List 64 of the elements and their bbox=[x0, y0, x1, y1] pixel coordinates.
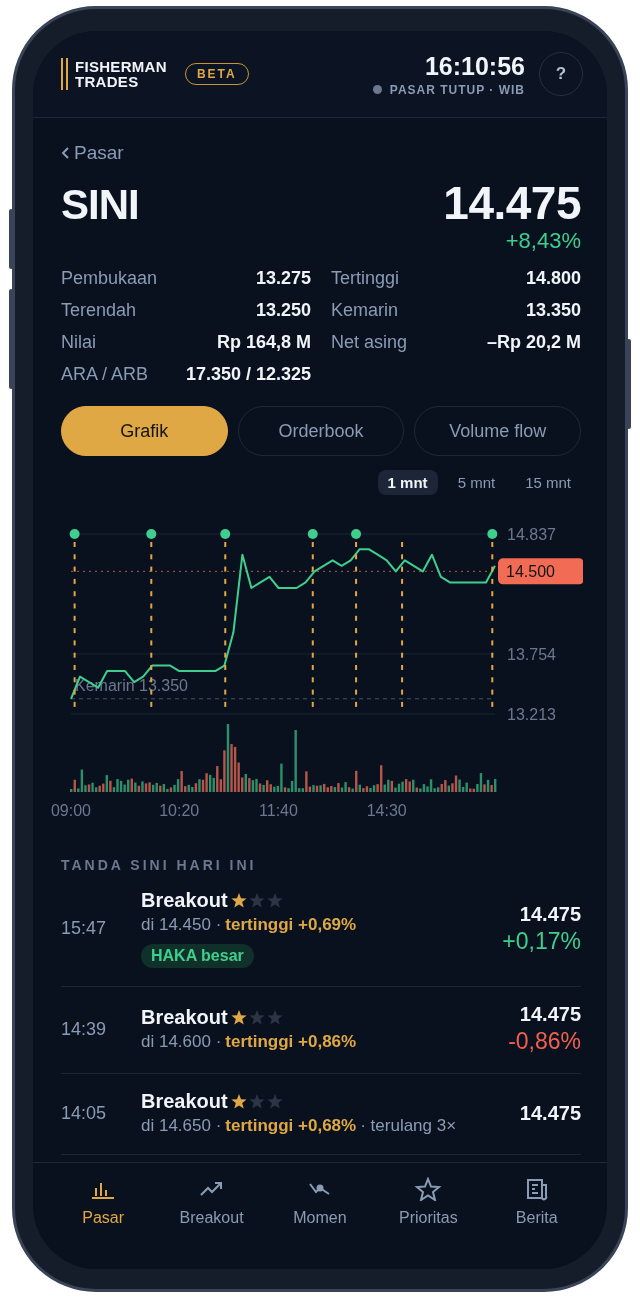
nav-tab[interactable]: Prioritas bbox=[383, 1177, 474, 1227]
price-change: +8,43% bbox=[504, 228, 581, 254]
signal-title: Breakout bbox=[141, 889, 228, 912]
signal-level: di 14.450 · bbox=[141, 915, 222, 935]
stat-label: Terendah bbox=[61, 299, 137, 321]
signal-time: 15:47 bbox=[61, 918, 108, 939]
section-title: TANDA SINI HARI INI bbox=[61, 857, 258, 873]
signal-note: · terulang 3× bbox=[360, 1116, 457, 1136]
stat-label: Kemarin bbox=[331, 299, 399, 321]
signal-level: di 14.600 · bbox=[141, 1032, 222, 1052]
stat-value: Rp 164,8 M bbox=[216, 331, 311, 353]
stat-label: ARA / ARB bbox=[61, 363, 149, 385]
last-price-tag: 14.500 bbox=[498, 558, 583, 585]
stock-symbol: SINI bbox=[61, 181, 139, 229]
market-status: PASAR TUTUP · WIB bbox=[389, 82, 525, 97]
interval-tab[interactable]: 1 mnt bbox=[377, 470, 438, 495]
signal-price: 14.475 bbox=[519, 1003, 581, 1026]
signal-change: +0,17% bbox=[502, 927, 581, 955]
chevron-left-icon bbox=[61, 146, 70, 160]
nav-tab[interactable]: Momen bbox=[274, 1177, 365, 1227]
logo-text: FISHERMAN TRADES bbox=[75, 59, 167, 89]
stat-value: 17.350 / 12.325 bbox=[185, 363, 311, 385]
logo-mark-icon bbox=[61, 58, 69, 90]
signal-change: -0,86% bbox=[508, 1028, 581, 1055]
axis-label: 14.837 bbox=[507, 526, 556, 543]
signal-peak: tertinggi +0,86% bbox=[225, 1032, 357, 1052]
stat-value: 13.275 bbox=[255, 267, 311, 289]
view-tab[interactable]: Volume flow bbox=[414, 406, 581, 456]
status-dot-icon bbox=[372, 85, 382, 94]
stat-value: 13.250 bbox=[255, 299, 311, 321]
stat-value: –Rp 20,2 M bbox=[486, 331, 581, 353]
interval-tab[interactable]: 15 mnt bbox=[515, 470, 581, 495]
stat-label: Net asing bbox=[331, 331, 408, 353]
ref-line-label: 14.500 bbox=[506, 563, 556, 581]
signal-title: Breakout bbox=[141, 1006, 228, 1029]
interval-tab[interactable]: 5 mnt bbox=[447, 470, 506, 495]
axis-label: 14:30 bbox=[366, 802, 407, 819]
stock-price: 14.475 bbox=[443, 176, 581, 230]
stat-label: Nilai bbox=[61, 331, 96, 353]
nav-tab[interactable]: Pasar bbox=[58, 1177, 149, 1227]
axis-label: 13.213 bbox=[507, 706, 556, 723]
stat-value: 14.800 bbox=[525, 267, 581, 289]
signal-level: di 14.650 · bbox=[141, 1116, 222, 1136]
axis-label: 11:40 bbox=[259, 802, 298, 819]
axis-label: 10:20 bbox=[159, 802, 200, 819]
signal-price: 14.475 bbox=[519, 902, 581, 926]
signal-time: 14:39 bbox=[61, 1018, 108, 1040]
signal-time: 14:05 bbox=[61, 1102, 108, 1124]
signal-tag: HAKA besar bbox=[141, 944, 254, 968]
stat-value: 13.350 bbox=[525, 299, 581, 321]
signal-title: Breakout bbox=[141, 1090, 228, 1113]
clock: 16:10:56 bbox=[424, 51, 525, 81]
nav-tab[interactable]: Breakout bbox=[166, 1177, 257, 1227]
view-tab[interactable]: Grafik bbox=[61, 406, 228, 456]
star-icon bbox=[414, 1177, 443, 1201]
signal-peak: tertinggi +0,69% bbox=[225, 915, 357, 935]
axis-label: 09:00 bbox=[51, 802, 91, 819]
back-link[interactable]: Pasar bbox=[61, 142, 124, 164]
stat-label: Pembukaan bbox=[61, 267, 158, 289]
nav-tab[interactable]: Berita bbox=[491, 1177, 582, 1227]
signal-price: 14.475 bbox=[519, 1101, 581, 1125]
axis-label: 13.754 bbox=[507, 646, 556, 664]
stat-label: Tertinggi bbox=[331, 267, 400, 289]
signal-peak: tertinggi +0,68% bbox=[225, 1116, 357, 1136]
